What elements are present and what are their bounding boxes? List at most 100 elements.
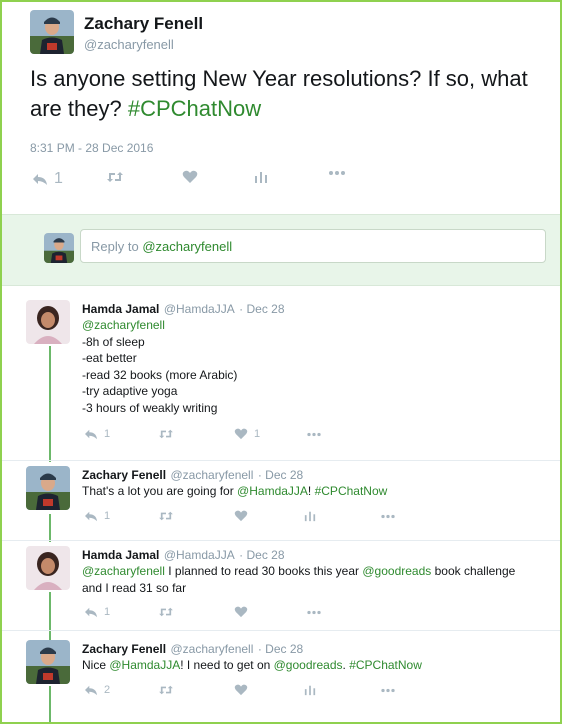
analytics-action[interactable] bbox=[304, 510, 316, 522]
reply-action[interactable]: 1 bbox=[84, 428, 110, 440]
reply-author-handle[interactable]: @HamdaJJA bbox=[164, 548, 235, 562]
more-action[interactable] bbox=[380, 514, 396, 519]
like-action[interactable]: 1 bbox=[234, 428, 260, 440]
heart-icon bbox=[234, 684, 248, 696]
reply-text-body: ! bbox=[307, 484, 315, 498]
more-icon bbox=[381, 688, 395, 693]
reply-text-body: ! I need to get on bbox=[180, 658, 274, 672]
reply-count: 1 bbox=[104, 428, 111, 440]
reply-avatar-hamda[interactable] bbox=[26, 300, 70, 344]
reply-line: -eat better bbox=[82, 351, 137, 365]
more-action[interactable] bbox=[380, 688, 396, 693]
reply-author-handle[interactable]: @zacharyfenell bbox=[171, 642, 254, 656]
mention-link[interactable]: @zacharyfenell bbox=[82, 317, 552, 334]
reply-author-name[interactable]: Zachary Fenell bbox=[82, 468, 166, 482]
retweet-icon bbox=[159, 607, 173, 617]
analytics-icon bbox=[304, 511, 316, 522]
reply-header: Zachary Fenell @zacharyfenell · Dec 28 bbox=[82, 466, 303, 484]
current-user-avatar bbox=[44, 233, 74, 263]
reply-placeholder-mention: @zacharyfenell bbox=[142, 239, 233, 254]
more-action[interactable] bbox=[328, 170, 346, 176]
reply-author-handle[interactable]: @zacharyfenell bbox=[171, 468, 254, 482]
reply-action[interactable]: 1 bbox=[84, 606, 110, 618]
mention-link[interactable]: @goodreads bbox=[362, 564, 431, 578]
mention-link[interactable]: @HamdaJJA bbox=[237, 484, 308, 498]
reply-date[interactable]: · Dec 28 bbox=[239, 302, 284, 316]
reply-avatar-zachary[interactable] bbox=[26, 466, 70, 510]
reply-line: -3 hours of weakly writing bbox=[82, 400, 218, 415]
reply-line: -read 32 books (more Arabic) bbox=[82, 367, 238, 382]
like-action[interactable] bbox=[234, 684, 248, 696]
retweet-action[interactable] bbox=[158, 606, 174, 618]
tweet-frame: Zachary Fenell @zacharyfenell Is anyone … bbox=[0, 0, 562, 724]
reply-author-name[interactable]: Zachary Fenell bbox=[82, 642, 166, 656]
retweet-action[interactable] bbox=[106, 170, 124, 184]
reply-avatar-zachary[interactable] bbox=[26, 640, 70, 684]
more-icon bbox=[329, 171, 345, 175]
retweet-action[interactable] bbox=[158, 684, 174, 696]
hashtag-link[interactable]: #CPChatNow bbox=[315, 484, 388, 498]
retweet-icon bbox=[159, 429, 173, 439]
reply-text-body: That's a lot you are going for bbox=[82, 484, 238, 498]
more-action[interactable] bbox=[306, 610, 322, 615]
retweet-action[interactable] bbox=[158, 428, 174, 440]
analytics-action[interactable] bbox=[254, 170, 268, 184]
reply-tweet: Zachary Fenell @zacharyfenell · Dec 28 N… bbox=[2, 638, 560, 718]
analytics-icon bbox=[304, 685, 316, 696]
reply-text-body: Nice bbox=[82, 658, 110, 672]
reply-icon bbox=[33, 174, 47, 185]
reply-icon bbox=[85, 429, 97, 440]
reply-count: 1 bbox=[104, 510, 111, 522]
reply-header: Hamda Jamal @HamdaJJA · Dec 28 bbox=[82, 300, 285, 318]
mention-link[interactable]: @goodreads bbox=[274, 658, 343, 672]
reply-date[interactable]: · Dec 28 bbox=[258, 642, 303, 656]
main-tweet: Zachary Fenell @zacharyfenell Is anyone … bbox=[2, 2, 560, 214]
like-action[interactable] bbox=[234, 510, 248, 522]
reply-tweet: Hamda Jamal @HamdaJJA · Dec 28 @zacharyf… bbox=[2, 544, 560, 626]
mention-link[interactable]: @zacharyfenell bbox=[82, 564, 165, 578]
reply-author-handle[interactable]: @HamdaJJA bbox=[164, 302, 235, 316]
retweet-icon bbox=[159, 685, 173, 695]
reply-date[interactable]: · Dec 28 bbox=[258, 468, 303, 482]
retweet-action[interactable] bbox=[158, 510, 174, 522]
like-action[interactable] bbox=[182, 170, 198, 184]
analytics-action[interactable] bbox=[304, 684, 316, 696]
reply-action[interactable]: 1 bbox=[32, 170, 63, 188]
reply-action[interactable]: 2 bbox=[84, 684, 110, 696]
retweet-icon bbox=[159, 511, 173, 521]
reply-tweet: Zachary Fenell @zacharyfenell · Dec 28 T… bbox=[2, 464, 560, 540]
author-name[interactable]: Zachary Fenell bbox=[84, 14, 203, 34]
hashtag-link[interactable]: #CPChatNow bbox=[349, 658, 422, 672]
reply-text: @zacharyfenell -8h of sleep -eat better … bbox=[82, 317, 552, 416]
heart-icon bbox=[234, 510, 248, 522]
more-icon bbox=[307, 610, 321, 615]
hashtag-link[interactable]: #CPChatNow bbox=[128, 96, 261, 121]
reply-line: -try adaptive yoga bbox=[82, 384, 178, 398]
separator bbox=[2, 460, 560, 461]
more-icon bbox=[307, 432, 321, 437]
analytics-icon bbox=[255, 172, 267, 183]
reply-input[interactable]: Reply to @zacharyfenell bbox=[80, 229, 546, 263]
reply-header: Hamda Jamal @HamdaJJA · Dec 28 bbox=[82, 546, 285, 564]
reply-count: 2 bbox=[104, 684, 111, 696]
reply-text-body: book challenge bbox=[431, 564, 516, 578]
reply-text: That's a lot you are going for @HamdaJJA… bbox=[82, 483, 552, 500]
reply-line: -8h of sleep bbox=[82, 334, 145, 349]
tweet-timestamp[interactable]: 8:31 PM - 28 Dec 2016 bbox=[30, 141, 153, 155]
author-handle[interactable]: @zacharyfenell bbox=[84, 37, 174, 52]
like-action[interactable] bbox=[234, 606, 248, 618]
reply-author-name[interactable]: Hamda Jamal bbox=[82, 302, 159, 316]
mention-link[interactable]: @HamdaJJA bbox=[109, 658, 180, 672]
reply-action[interactable]: 1 bbox=[84, 510, 110, 522]
reply-header: Zachary Fenell @zacharyfenell · Dec 28 bbox=[82, 640, 303, 658]
author-avatar[interactable] bbox=[30, 10, 74, 54]
heart-icon bbox=[234, 428, 248, 440]
more-action[interactable] bbox=[306, 432, 322, 437]
reply-count: 1 bbox=[54, 170, 63, 187]
reply-author-name[interactable]: Hamda Jamal bbox=[82, 548, 159, 562]
reply-avatar-hamda[interactable] bbox=[26, 546, 70, 590]
separator bbox=[2, 540, 560, 541]
reply-text-body: I planned to read 30 books this year bbox=[164, 564, 363, 578]
reply-line: @zacharyfenell I planned to read 30 book… bbox=[82, 563, 552, 580]
reply-date[interactable]: · Dec 28 bbox=[239, 548, 284, 562]
